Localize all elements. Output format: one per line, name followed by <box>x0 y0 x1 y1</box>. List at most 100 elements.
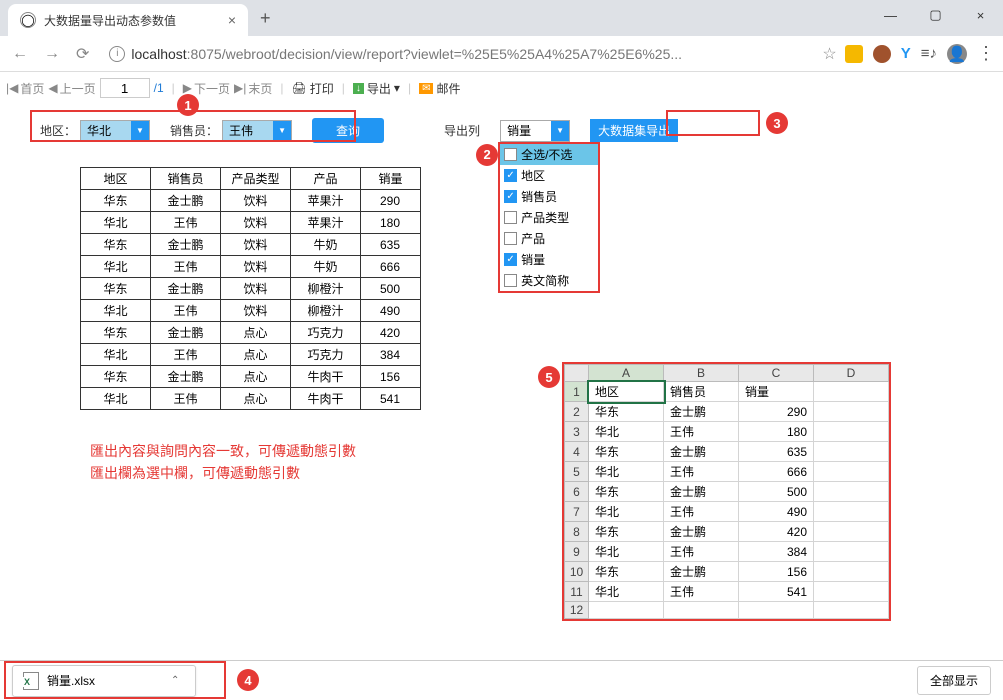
dropdown-option[interactable]: 产品类型 <box>500 207 598 228</box>
tab-title: 大数据量导出动态参数值 <box>44 12 220 29</box>
big-export-button[interactable]: 大数据集导出 <box>590 119 678 142</box>
xlsx-icon <box>21 672 39 690</box>
url-bar[interactable]: i localhost:8075/webroot/decision/view/r… <box>101 42 814 66</box>
data-table: 地区销售员产品类型产品销量 华东金士鹏饮料苹果汁290华北王伟饮料苹果汁180华… <box>80 167 421 410</box>
region-select[interactable]: 华北 ▼ <box>80 120 150 142</box>
report-toolbar: |◀首页 ◀上一页 /1 | ▶下一页 ▶|末页 | 🖨打印 | ↓导出 ▾ |… <box>0 72 1003 104</box>
excel-row-header[interactable]: 6 <box>565 482 589 502</box>
print-button[interactable]: 🖨打印 <box>292 80 334 97</box>
badge-2: 2 <box>476 144 498 166</box>
excel-row-header[interactable]: 12 <box>565 602 589 619</box>
excel-preview: ABCD 1地区销售员销量2华东金士鹏2903华北王伟1804华东金士鹏6355… <box>562 362 891 621</box>
page-input[interactable] <box>100 78 150 98</box>
ext-icon-1[interactable] <box>845 45 863 63</box>
table-row: 华北王伟饮料苹果汁180 <box>81 212 421 234</box>
checkbox-icon: ✓ <box>504 169 517 182</box>
excel-row-header[interactable]: 4 <box>565 442 589 462</box>
globe-icon: ◯ <box>20 12 36 28</box>
excel-col-header[interactable]: B <box>664 365 739 382</box>
playlist-icon[interactable]: ≡♪ <box>921 45 937 62</box>
export-button[interactable]: ↓导出 ▾ <box>353 80 400 97</box>
excel-row-header[interactable]: 3 <box>565 422 589 442</box>
close-button[interactable]: × <box>958 0 1003 30</box>
column-header: 地区 <box>81 168 151 190</box>
excel-row: 10华东金士鹏156 <box>565 562 889 582</box>
new-tab-button[interactable]: + <box>260 8 271 29</box>
excel-row: 9华北王伟384 <box>565 542 889 562</box>
badge-3: 3 <box>766 112 788 134</box>
prev-page-button[interactable]: ◀上一页 <box>48 80 95 97</box>
first-page-button[interactable]: |◀首页 <box>6 80 44 97</box>
info-icon[interactable]: i <box>109 46 125 62</box>
sales-label: 销售员： <box>170 122 218 139</box>
excel-row-header[interactable]: 9 <box>565 542 589 562</box>
excel-col-header[interactable]: D <box>814 365 889 382</box>
profile-icon[interactable]: 👤 <box>947 44 967 64</box>
address-bar: ← → ⟳ i localhost:8075/webroot/decision/… <box>0 36 1003 72</box>
excel-row: 4华东金士鹏635 <box>565 442 889 462</box>
close-icon[interactable]: × <box>228 12 236 28</box>
query-button[interactable]: 查询 <box>312 118 384 143</box>
excel-row-header[interactable]: 2 <box>565 402 589 422</box>
menu-icon[interactable]: ⋮ <box>977 43 995 64</box>
url-port: :8075 <box>187 46 222 62</box>
excel-col-header[interactable]: C <box>739 365 814 382</box>
excel-row-header[interactable]: 11 <box>565 582 589 602</box>
export-col-select[interactable]: 销量 ▼ <box>500 120 570 142</box>
browser-tab[interactable]: ◯ 大数据量导出动态参数值 × <box>8 4 248 36</box>
checkbox-icon: ✓ <box>504 190 517 203</box>
minimize-button[interactable]: — <box>868 0 913 30</box>
table-row: 华北王伟饮料柳橙汁490 <box>81 300 421 322</box>
checkbox-icon <box>504 274 517 287</box>
excel-row: 7华北王伟490 <box>565 502 889 522</box>
excel-row-header[interactable]: 5 <box>565 462 589 482</box>
dropdown-option[interactable]: ✓地区 <box>500 165 598 186</box>
excel-col-header[interactable]: A <box>589 365 664 382</box>
extension-icons: Y ≡♪ 👤 ⋮ <box>845 43 995 64</box>
last-page-button[interactable]: ▶|末页 <box>234 80 272 97</box>
download-filename: 销量.xlsx <box>47 672 95 689</box>
page-total: /1 <box>154 81 164 95</box>
badge-5: 5 <box>538 366 560 388</box>
forward-button[interactable]: → <box>40 41 64 67</box>
download-item[interactable]: 销量.xlsx ⌃ <box>12 665 196 697</box>
dropdown-arrow-icon: ▼ <box>131 121 149 141</box>
excel-row: 6华东金士鹏500 <box>565 482 889 502</box>
select-all-option[interactable]: 全选/不选 <box>500 144 598 165</box>
column-header: 销量 <box>361 168 421 190</box>
mail-button[interactable]: ✉邮件 <box>419 80 460 97</box>
badge-4: 4 <box>237 669 259 691</box>
excel-row: 2华东金士鹏290 <box>565 402 889 422</box>
bookmark-icon[interactable]: ☆ <box>822 44 836 64</box>
table-row: 华东金士鹏饮料牛奶635 <box>81 234 421 256</box>
ext-icon-3[interactable]: Y <box>901 45 911 62</box>
ext-icon-2[interactable] <box>873 45 891 63</box>
highlight-box-3 <box>666 110 760 136</box>
table-row: 华东金士鹏点心巧克力420 <box>81 322 421 344</box>
reload-button[interactable]: ⟳ <box>72 40 93 68</box>
excel-row-header[interactable]: 8 <box>565 522 589 542</box>
checkbox-icon <box>504 148 517 161</box>
excel-row-header[interactable]: 1 <box>565 382 589 402</box>
dropdown-option[interactable]: 英文简称 <box>500 270 598 291</box>
export-col-label: 导出列 <box>444 122 480 139</box>
excel-row: 8华东金士鹏420 <box>565 522 889 542</box>
dropdown-option[interactable]: ✓销售员 <box>500 186 598 207</box>
region-label: 地区： <box>40 122 76 139</box>
excel-row-header[interactable]: 10 <box>565 562 589 582</box>
excel-row: 12 <box>565 602 889 619</box>
table-row: 华北王伟饮料牛奶666 <box>81 256 421 278</box>
sales-select[interactable]: 王伟 ▼ <box>222 120 292 142</box>
query-form: 地区： 华北 ▼ 销售员： 王伟 ▼ 查询 导出列 销量 ▼ 2 全选/不选 ✓… <box>0 104 1003 157</box>
window-controls: — ▢ × <box>868 0 1003 30</box>
show-all-button[interactable]: 全部显示 <box>917 666 991 695</box>
excel-row: 11华北王伟541 <box>565 582 889 602</box>
table-row: 华北王伟点心巧克力384 <box>81 344 421 366</box>
dropdown-option[interactable]: 产品 <box>500 228 598 249</box>
table-row: 华东金士鹏饮料柳橙汁500 <box>81 278 421 300</box>
column-header: 销售员 <box>151 168 221 190</box>
maximize-button[interactable]: ▢ <box>913 0 958 30</box>
excel-row-header[interactable]: 7 <box>565 502 589 522</box>
dropdown-option[interactable]: ✓销量 <box>500 249 598 270</box>
back-button[interactable]: ← <box>8 41 32 67</box>
